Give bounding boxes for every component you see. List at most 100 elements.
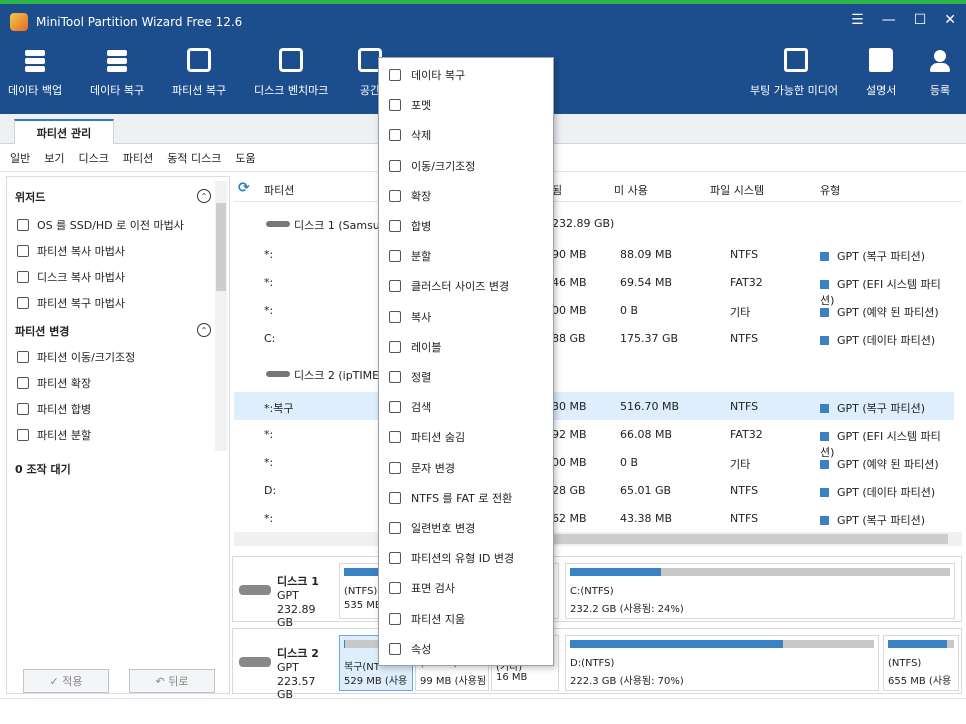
table-row[interactable]: C: 88 GB 175.37 GB NTFS GPT (데이타 파티션) [234, 324, 954, 352]
context-item-convert[interactable]: NTFS 를 FAT 로 전환 [379, 483, 553, 513]
type-label: GPT (데이타 파티션) [837, 486, 936, 499]
register-button[interactable]: 등록 [928, 48, 952, 98]
context-item-data-recovery[interactable]: 데이타 복구 [379, 60, 553, 90]
partition-color-icon [820, 252, 829, 261]
context-item-copy[interactable]: 복사 [379, 302, 553, 332]
context-item-hide[interactable]: 파티션 숨김 [379, 422, 553, 452]
menu-icon[interactable]: ☰ [851, 12, 864, 28]
tab-partition-management[interactable]: 파티션 관리 [14, 119, 114, 144]
refresh-icon[interactable]: ⟳ [238, 180, 250, 196]
context-item-search[interactable]: 검색 [379, 392, 553, 422]
table-row[interactable]: *: 00 MB 0 B 기타 GPT (예약 된 파티션) [234, 448, 954, 476]
cell-used: 62 MB [552, 512, 587, 525]
data-backup-icon [23, 48, 47, 72]
apply-button[interactable]: ✓ 적용 [23, 669, 109, 693]
cell-partition: *: [264, 512, 274, 525]
menu-dynamic-disk[interactable]: 동적 디스크 [167, 150, 221, 166]
close-icon[interactable]: ✕ [944, 12, 956, 28]
collapse-change-icon[interactable]: ⌃ [197, 323, 211, 337]
disk-1-size: 232.89 GB) [552, 217, 615, 230]
partition-recovery-button[interactable]: 파티션 복구 [172, 48, 226, 98]
menu-general[interactable]: 일반 [10, 150, 30, 166]
properties-icon [389, 642, 401, 655]
context-item-format[interactable]: 포멧 [379, 90, 553, 120]
col-unused[interactable]: 미 사용 [614, 182, 648, 198]
context-item-properties[interactable]: 속성 [379, 634, 553, 664]
data-recovery-button[interactable]: 데이타 복구 [90, 48, 144, 98]
disk-2-segment[interactable]: (NTFS) 655 MB (사용 [883, 635, 959, 691]
context-item-label: 문자 변경 [411, 461, 455, 475]
left-panel-scrollbar[interactable] [215, 181, 227, 451]
cell-used: 00 MB [552, 304, 587, 317]
hscroll-thumb[interactable] [552, 534, 948, 544]
disk-2-row[interactable]: 디스크 2 (ipTIME [234, 360, 962, 388]
context-item-label: 데이타 복구 [411, 69, 466, 82]
minimize-icon[interactable]: — [882, 12, 896, 28]
context-item-split[interactable]: 분할 [379, 241, 553, 271]
type-label: GPT (데이타 파티션) [837, 334, 936, 347]
maximize-icon[interactable]: ☐ [914, 12, 927, 28]
cell-unused: 88.09 MB [620, 248, 673, 261]
wizard-item-partition-recovery[interactable]: 파티션 복구 마법사 [17, 295, 125, 311]
table-row[interactable]: *: 00 MB 0 B 기타 GPT (예약 된 파티션) [234, 296, 954, 324]
bootable-media-button[interactable]: 부팅 가능한 미디어 [750, 48, 838, 98]
manual-button[interactable]: 설명서 [866, 48, 896, 98]
disk-benchmark-button[interactable]: 디스크 벤치마크 [254, 48, 328, 98]
menu-view[interactable]: 보기 [44, 150, 64, 166]
change-item-move-resize[interactable]: 파티션 이동/크기조정 [17, 349, 135, 365]
usage-bar [570, 640, 874, 648]
delete-icon [389, 129, 401, 142]
change-item-merge[interactable]: 파티션 합병 [17, 401, 91, 417]
wizard-item-os-migrate[interactable]: OS 를 SSD/HD 로 이전 마법사 [17, 217, 184, 233]
context-item-cluster-size[interactable]: 클러스터 사이즈 변경 [379, 271, 553, 301]
wizard-item-copy-disk[interactable]: 디스크 복사 마법사 [17, 269, 125, 285]
collapse-wizard-icon[interactable]: ⌃ [197, 189, 211, 203]
table-row[interactable]: *: 46 MB 69.54 MB FAT32 GPT (EFI 시스템 파티션) [234, 268, 954, 307]
context-item-surface-test[interactable]: 표면 검사 [379, 573, 553, 603]
data-backup-button[interactable]: 데이타 백업 [8, 48, 62, 98]
cell-partition: *:복구 [264, 402, 294, 415]
disk-2-segment[interactable]: D:(NTFS) 222.3 GB (사용됨: 70%) [565, 635, 879, 691]
table-hscrollbar[interactable] [234, 532, 962, 546]
wizard-item-copy-partition[interactable]: 파티션 복사 마법사 [17, 243, 125, 259]
context-item-wipe[interactable]: 파티션 지움 [379, 604, 553, 634]
serial-icon [389, 522, 401, 534]
type-label: GPT (복구 파티션) [837, 402, 926, 415]
table-row[interactable]: *: 90 MB 88.09 MB NTFS GPT (복구 파티션) [234, 240, 954, 268]
disk-1-row[interactable]: 디스크 1 (Samsu 232.89 GB) [234, 210, 962, 238]
merge-icon [389, 220, 401, 232]
col-partition[interactable]: 파티션 [264, 182, 294, 198]
disk-2-card[interactable]: 디스크 2 GPT 223.57 GB 복구(NT 529 MB (사용 (FA… [232, 628, 962, 701]
cell-filesystem: NTFS [730, 332, 759, 345]
app-logo-icon [10, 13, 28, 31]
col-type[interactable]: 유형 [820, 182, 840, 198]
cell-filesystem: NTFS [730, 248, 759, 261]
context-item-resize[interactable]: 이동/크기조정 [379, 151, 553, 181]
migrate-icon [17, 219, 29, 231]
col-filesystem[interactable]: 파일 시스템 [710, 182, 764, 198]
table-row[interactable]: *: 92 MB 66.08 MB FAT32 GPT (EFI 시스템 파티션) [234, 420, 954, 459]
context-item-drive-letter[interactable]: 문자 변경 [379, 453, 553, 483]
undo-button[interactable]: ↶ 뒤로 [129, 669, 215, 693]
change-item-extend[interactable]: 파티션 확장 [17, 375, 91, 391]
context-item-label: 일련번호 변경 [411, 522, 476, 535]
menu-disk[interactable]: 디스크 [79, 150, 109, 166]
partition-color-icon [820, 404, 829, 413]
context-item-type-id[interactable]: 파티션의 유형 ID 변경 [379, 543, 553, 573]
table-row[interactable]: *: 62 MB 43.38 MB NTFS GPT (복구 파티션) [234, 504, 954, 532]
table-row[interactable]: *:복구 30 MB 516.70 MB NTFS GPT (복구 파티션) [234, 392, 954, 420]
menu-help[interactable]: 도움 [235, 150, 255, 166]
menu-partition[interactable]: 파티션 [123, 150, 153, 166]
context-item-delete[interactable]: 삭제 [379, 120, 553, 150]
change-item-split[interactable]: 파티션 분할 [17, 427, 91, 443]
disk-1-segment[interactable]: C:(NTFS) 232.2 GB (사용됨: 24%) [565, 563, 955, 619]
context-item-label: 포멧 [411, 99, 432, 113]
table-row[interactable]: D: 28 GB 65.01 GB NTFS GPT (데이타 파티션) [234, 476, 954, 504]
disk-1-card[interactable]: 디스크 1 GPT 232.89 GB (NTFS) 535 MB C:(NTF… [232, 556, 962, 629]
context-item-label[interactable]: 레이블 [379, 332, 553, 362]
scroll-thumb[interactable] [216, 203, 226, 291]
context-item-serial[interactable]: 일련번호 변경 [379, 513, 553, 543]
context-item-extend[interactable]: 확장 [379, 181, 553, 211]
context-item-align[interactable]: 정렬 [379, 362, 553, 392]
context-item-merge[interactable]: 합병 [379, 211, 553, 241]
